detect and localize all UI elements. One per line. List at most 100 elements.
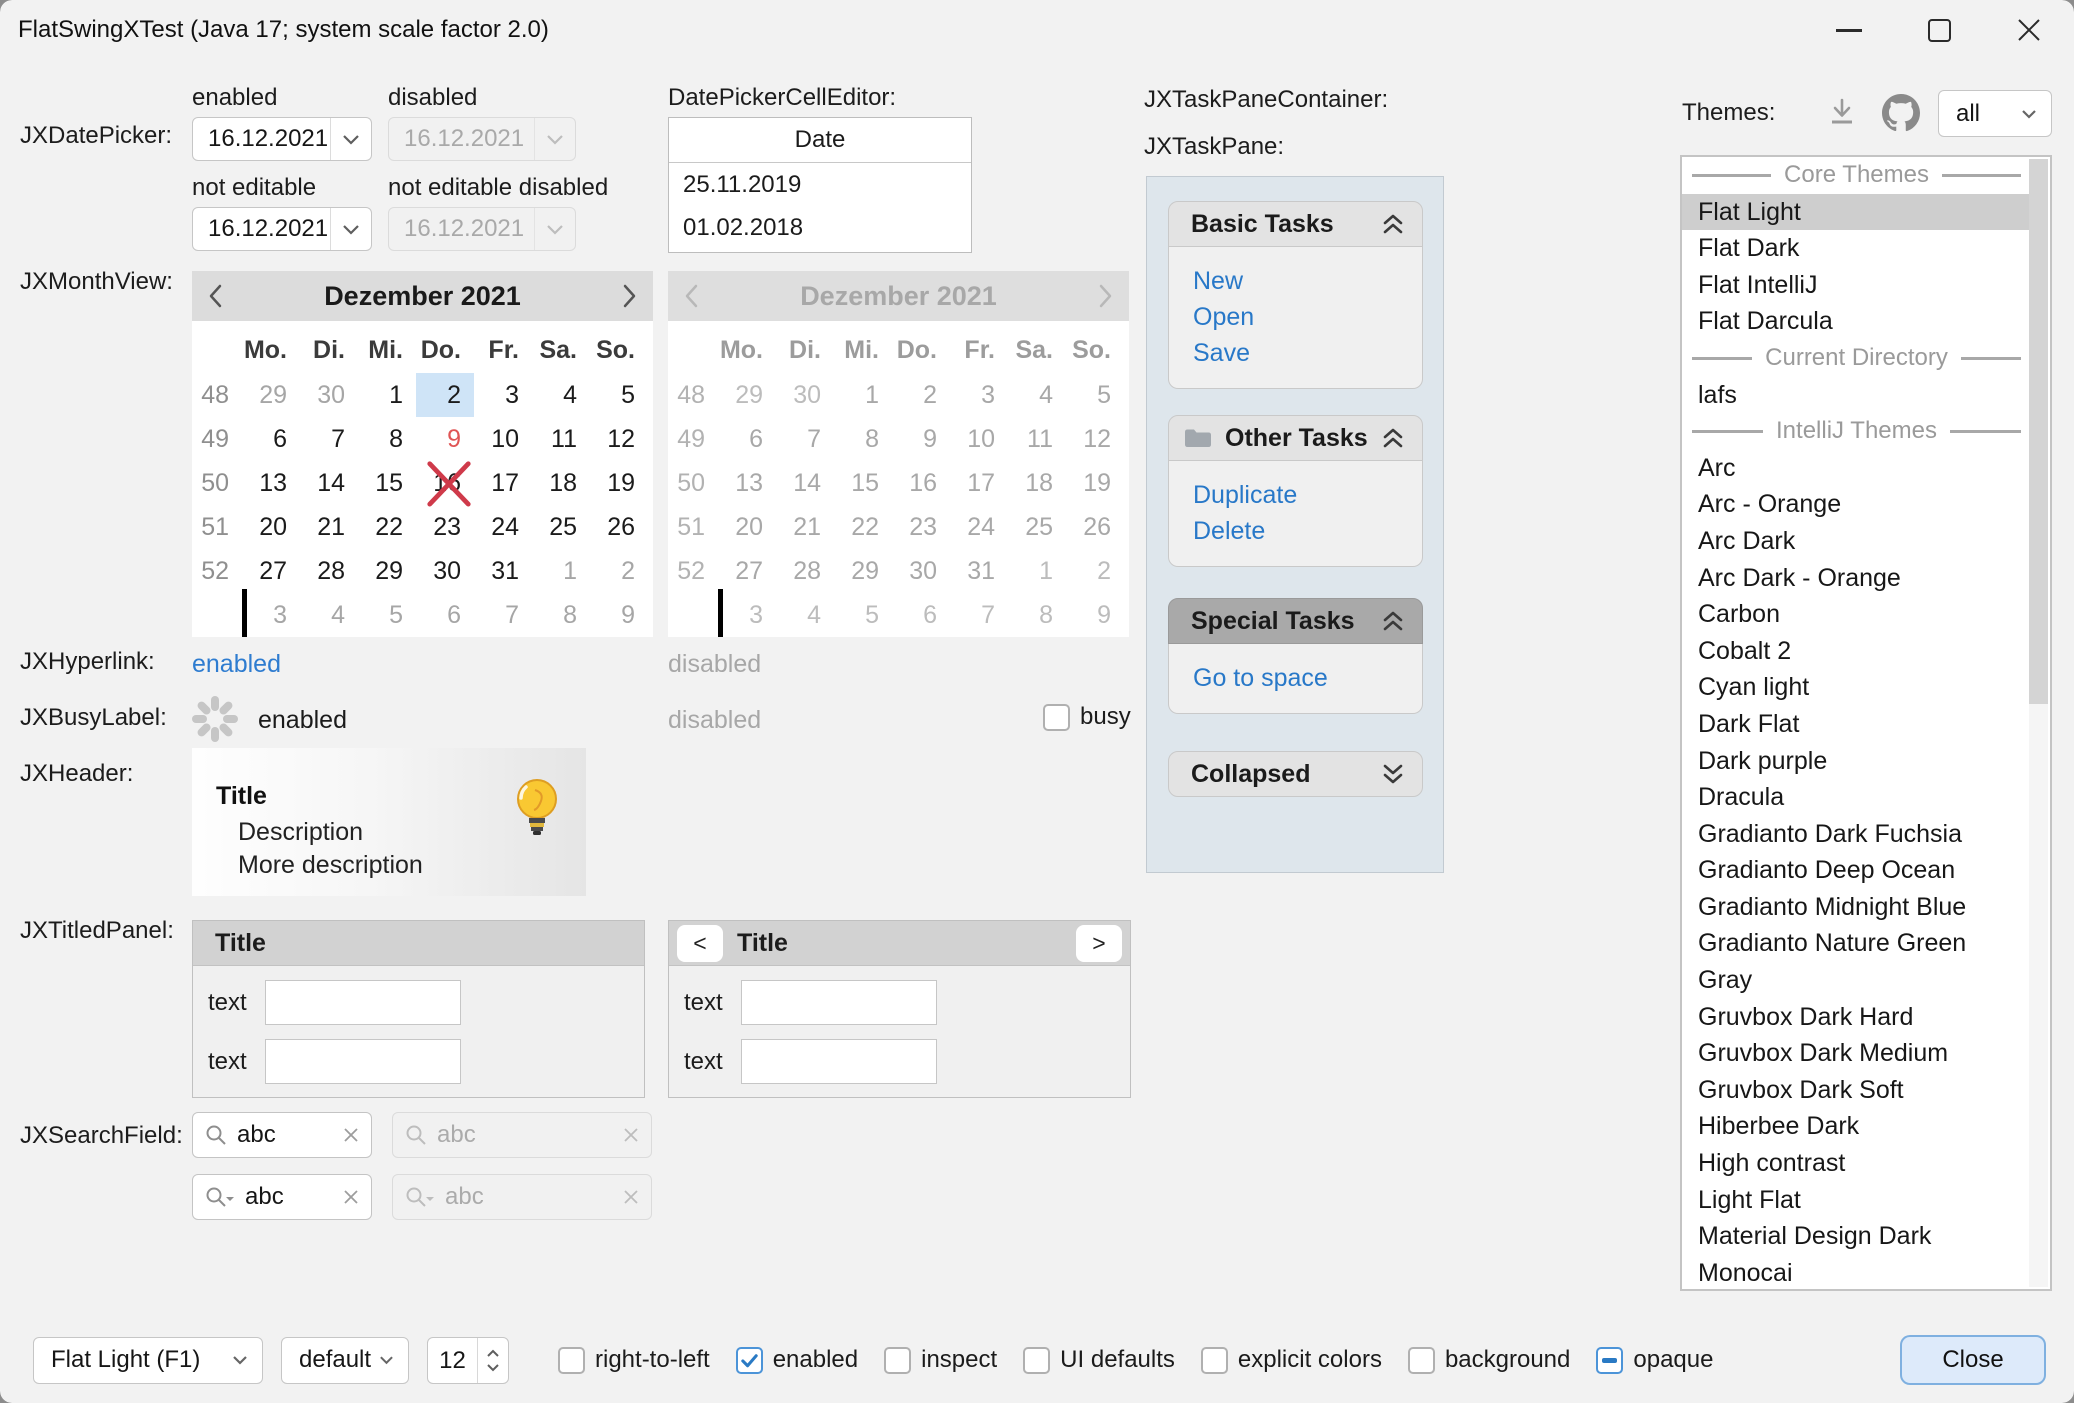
taskpane-header[interactable]: Collapsed	[1168, 751, 1423, 797]
day-cell[interactable]: 17	[474, 461, 532, 505]
checkbox-ui-defaults[interactable]: UI defaults	[1023, 1346, 1175, 1374]
checkbox-background[interactable]: background	[1408, 1346, 1570, 1374]
searchfield-dropdown-enabled[interactable]: abc	[192, 1174, 372, 1220]
day-cell[interactable]: 9	[590, 593, 648, 637]
theme-list-item[interactable]: Arc Dark	[1682, 523, 2031, 560]
datepicker-not-editable[interactable]: 16.12.2021	[192, 207, 372, 251]
day-cell[interactable]: 3	[242, 593, 300, 637]
checkbox-enabled[interactable]: enabled	[736, 1346, 858, 1374]
checkbox-box[interactable]	[1596, 1347, 1623, 1374]
day-cell[interactable]: 7	[474, 593, 532, 637]
day-cell[interactable]: 22	[358, 505, 416, 549]
theme-list-item[interactable]: Monocai	[1682, 1255, 2031, 1291]
close-button[interactable]: Close	[1900, 1335, 2046, 1385]
search-dropdown-icon[interactable]	[204, 1185, 236, 1209]
table-row[interactable]: 25.11.2019	[669, 163, 971, 206]
checkbox-box[interactable]	[1043, 704, 1070, 731]
day-cell[interactable]: 2	[590, 549, 648, 593]
day-cell[interactable]: 9	[416, 417, 474, 461]
day-cell[interactable]: 20	[242, 505, 300, 549]
day-cell[interactable]: 26	[590, 505, 648, 549]
day-cell[interactable]: 29	[358, 549, 416, 593]
theme-list-item[interactable]: Gruvbox Dark Hard	[1682, 999, 2031, 1036]
day-cell[interactable]: 12	[590, 417, 648, 461]
text-input[interactable]	[741, 980, 937, 1025]
theme-list-item[interactable]: Cobalt 2	[1682, 633, 2031, 670]
spinner-buttons[interactable]	[477, 1338, 508, 1383]
checkbox-box[interactable]	[1201, 1347, 1228, 1374]
theme-list-item[interactable]: Flat Darcula	[1682, 303, 2031, 340]
checkbox-box[interactable]	[736, 1347, 763, 1374]
theme-list-item[interactable]: lafs	[1682, 377, 2031, 414]
theme-list-item[interactable]: Gray	[1682, 962, 2031, 999]
theme-list-item[interactable]: Dracula	[1682, 779, 2031, 816]
day-cell[interactable]: 13	[242, 461, 300, 505]
github-button[interactable]	[1880, 92, 1922, 134]
theme-list-item[interactable]: Gruvbox Dark Medium	[1682, 1035, 2031, 1072]
clear-icon[interactable]	[343, 1189, 359, 1205]
theme-list-item[interactable]: Arc - Orange	[1682, 486, 2031, 523]
table-column-header[interactable]: Date	[669, 118, 971, 163]
theme-list-item[interactable]: Gradianto Dark Fuchsia	[1682, 816, 2031, 853]
taskpane-header[interactable]: Special Tasks	[1168, 598, 1423, 644]
taskpane-link-duplicate[interactable]: Duplicate	[1193, 481, 1422, 517]
table-row[interactable]: 01.02.2018	[669, 206, 971, 249]
taskpane-header[interactable]: Other Tasks	[1168, 415, 1423, 461]
taskpane-link-new[interactable]: New	[1193, 267, 1422, 303]
text-input[interactable]	[265, 980, 461, 1025]
minimize-button[interactable]	[1804, 0, 1894, 60]
datepicker-dropdown-button[interactable]	[330, 118, 371, 160]
taskpane-link-open[interactable]: Open	[1193, 303, 1422, 339]
day-cell[interactable]: 8	[358, 417, 416, 461]
day-cell[interactable]: 4	[300, 593, 358, 637]
taskpane-link-delete[interactable]: Delete	[1193, 517, 1422, 553]
taskpane-link-go-to-space[interactable]: Go to space	[1193, 664, 1422, 700]
day-cell[interactable]: 18	[532, 461, 590, 505]
day-cell[interactable]: 4	[532, 373, 590, 417]
checkbox-explicit-colors[interactable]: explicit colors	[1201, 1346, 1382, 1374]
day-cell[interactable]: 24	[474, 505, 532, 549]
checkbox-box[interactable]	[884, 1347, 911, 1374]
theme-list-item[interactable]: Gradianto Nature Green	[1682, 925, 2031, 962]
collapse-icon[interactable]	[1380, 426, 1406, 450]
day-cell[interactable]: 3	[474, 373, 532, 417]
checkbox-right-to-left[interactable]: right-to-left	[558, 1346, 710, 1374]
day-cell[interactable]: 27	[242, 549, 300, 593]
theme-list-item[interactable]: Material Design Dark	[1682, 1218, 2031, 1255]
theme-list-item[interactable]: Gradianto Deep Ocean	[1682, 852, 2031, 889]
font-combobox[interactable]: default	[281, 1337, 409, 1384]
theme-list-item[interactable]: Arc Dark - Orange	[1682, 560, 2031, 597]
day-cell[interactable]: 31	[474, 549, 532, 593]
day-cell[interactable]: 5	[358, 593, 416, 637]
expand-icon[interactable]	[1380, 762, 1406, 786]
maximize-button[interactable]	[1894, 0, 1984, 60]
busy-checkbox[interactable]: busy	[1043, 703, 1131, 731]
day-cell[interactable]: 7	[300, 417, 358, 461]
theme-list-item[interactable]: Arc	[1682, 450, 2031, 487]
day-cell[interactable]: 1	[358, 373, 416, 417]
download-themes-button[interactable]	[1824, 94, 1860, 132]
taskpane-header[interactable]: Basic Tasks	[1168, 201, 1423, 247]
checkbox-box[interactable]	[558, 1347, 585, 1374]
theme-list-item[interactable]: Gradianto Midnight Blue	[1682, 889, 2031, 926]
datepicker-enabled[interactable]: 16.12.2021	[192, 117, 372, 161]
theme-list-item[interactable]: Flat Light	[1682, 194, 2031, 231]
titledpanel-next-button[interactable]: >	[1076, 925, 1122, 962]
theme-list-item[interactable]: Hiberbee Dark	[1682, 1108, 2031, 1145]
checkbox-box[interactable]	[1023, 1347, 1050, 1374]
scrollbar-thumb[interactable]	[2029, 159, 2048, 704]
theme-list-item[interactable]: Flat Dark	[1682, 230, 2031, 267]
day-cell[interactable]: 21	[300, 505, 358, 549]
checkbox-box[interactable]	[1408, 1347, 1435, 1374]
day-cell[interactable]: 28	[300, 549, 358, 593]
day-cell[interactable]: 25	[532, 505, 590, 549]
day-cell[interactable]: 10	[474, 417, 532, 461]
taskpane-link-save[interactable]: Save	[1193, 339, 1422, 375]
search-input[interactable]: abc	[237, 1121, 334, 1149]
day-cell[interactable]: 6	[416, 593, 474, 637]
previous-month-icon[interactable]	[208, 283, 223, 309]
day-cell[interactable]: 29	[242, 373, 300, 417]
datepicker-dropdown-button[interactable]	[330, 208, 371, 250]
theme-list-item[interactable]: Dark purple	[1682, 743, 2031, 780]
collapse-icon[interactable]	[1380, 212, 1406, 236]
